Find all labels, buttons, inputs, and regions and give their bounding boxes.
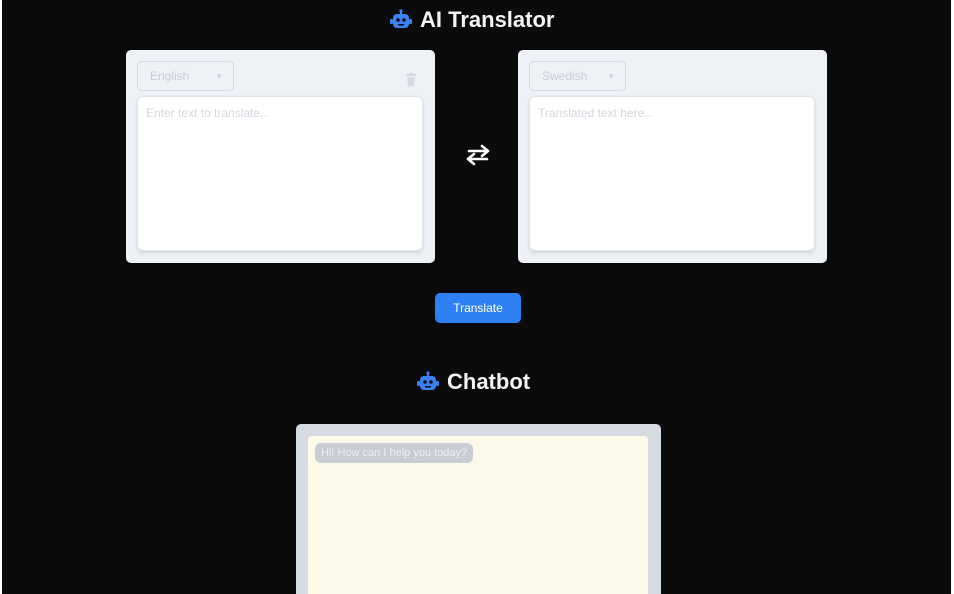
swap-arrows-icon[interactable] <box>463 143 493 167</box>
target-language-value: Swedish <box>542 69 588 83</box>
source-text-placeholder: Enter text to translate... <box>146 106 271 120</box>
translate-button[interactable]: Translate <box>435 293 521 323</box>
app-page: AI Translator English ▾ Enter text to tr… <box>2 0 951 594</box>
chevron-down-icon: ▾ <box>217 71 222 81</box>
target-text-output[interactable]: Translated text here... <box>529 96 815 251</box>
target-language-select[interactable]: Swedish ▾ <box>529 61 626 91</box>
robot-icon <box>417 371 439 393</box>
target-text-placeholder: Translated text here... <box>538 106 655 120</box>
chevron-down-icon: ▾ <box>609 71 614 81</box>
chatbot-title-text: Chatbot <box>447 369 531 394</box>
source-language-select[interactable]: English ▾ <box>137 61 234 91</box>
trash-icon[interactable] <box>405 73 417 87</box>
bot-message-bubble: Hi! How can I help you today? <box>315 443 474 463</box>
target-panel: Swedish ▾ Translated text here... <box>518 50 827 263</box>
source-text-input[interactable]: Enter text to translate... <box>137 96 423 251</box>
chatbot-title: Chatbot <box>417 369 530 395</box>
chat-window: Hi! How can I help you today? <box>296 424 661 594</box>
source-panel: English ▾ Enter text to translate... <box>126 50 435 263</box>
source-language-value: English <box>150 69 190 83</box>
chat-messages: Hi! How can I help you today? <box>308 436 648 594</box>
translator-title-text: AI Translator <box>420 7 555 32</box>
translator-title: AI Translator <box>390 7 554 33</box>
robot-icon <box>390 9 412 31</box>
